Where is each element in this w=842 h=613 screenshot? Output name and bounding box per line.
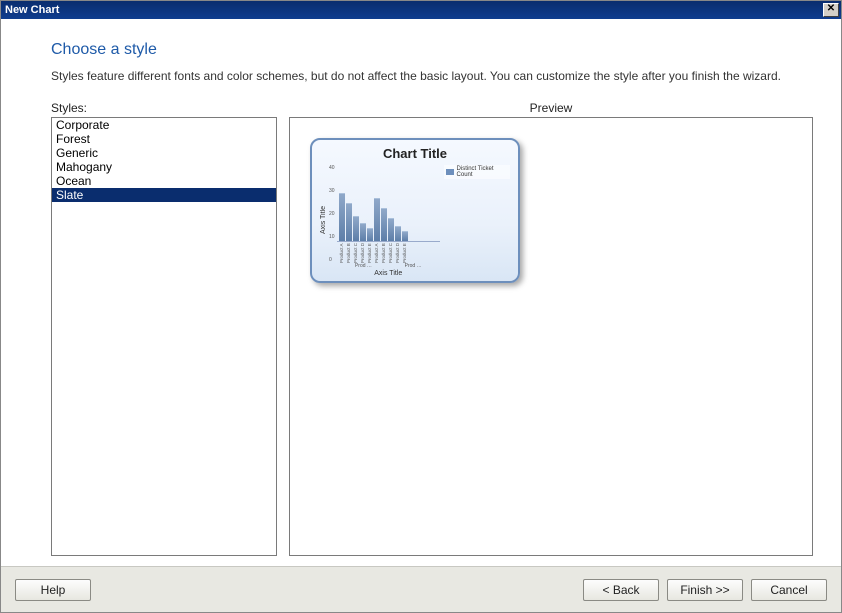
group-label: Prod … [405, 263, 422, 269]
preview-label: Preview [289, 101, 813, 115]
group-label: Prod … [355, 263, 372, 269]
x-axis-ticks: Product AProduct BProduct CProduct DProd… [337, 242, 440, 263]
style-option-mahogany[interactable]: Mahogany [52, 160, 276, 174]
bar [374, 198, 380, 241]
styles-listbox[interactable]: CorporateForestGenericMahoganyOceanSlate [51, 117, 277, 556]
preview-box: Chart Title Axis Title 40 30 20 10 0 Product… [289, 117, 813, 556]
titlebar: New Chart ✕ [1, 1, 841, 19]
close-icon[interactable]: ✕ [823, 3, 839, 17]
legend-swatch-icon [446, 169, 454, 175]
bar [367, 228, 373, 241]
panels: Styles: CorporateForestGenericMahoganyOc… [51, 101, 813, 556]
legend: Distinct Ticket Count [440, 163, 510, 277]
styles-column: Styles: CorporateForestGenericMahoganyOc… [51, 101, 277, 556]
finish-button[interactable]: Finish >> [667, 579, 743, 601]
legend-text: Distinct Ticket Count [457, 166, 508, 178]
x-tick: Product B [381, 243, 387, 263]
preview-column: Preview Chart Title Axis Title 40 30 20 10 0… [289, 101, 813, 556]
y-tick: 20 [329, 211, 335, 217]
style-option-forest[interactable]: Forest [52, 132, 276, 146]
y-axis-ticks: 40 30 20 10 0 [327, 163, 337, 277]
style-option-generic[interactable]: Generic [52, 146, 276, 160]
bar [353, 216, 359, 241]
bar [388, 218, 394, 241]
button-bar: Help < Back Finish >> Cancel [1, 566, 841, 612]
bar [402, 231, 408, 241]
legend-item: Distinct Ticket Count [444, 165, 510, 179]
plot-area: Product AProduct BProduct CProduct DProd… [337, 163, 440, 277]
style-option-slate[interactable]: Slate [52, 188, 276, 202]
bar [395, 226, 401, 241]
chart-preview: Chart Title Axis Title 40 30 20 10 0 Product… [310, 138, 520, 283]
page-description: Styles feature different fonts and color… [51, 69, 813, 83]
styles-label: Styles: [51, 101, 277, 115]
chart-body: Axis Title 403020100 Product AProduct BP… [320, 163, 510, 277]
window-title: New Chart [5, 4, 59, 16]
new-chart-dialog: New Chart ✕ Choose a style Styles featur… [0, 0, 842, 613]
x-tick: Product A [339, 243, 345, 263]
x-tick: Product E [402, 243, 408, 263]
x-tick: Product D [395, 243, 401, 263]
x-tick: Product B [346, 243, 352, 263]
y-tick: 0 [329, 257, 335, 263]
help-button[interactable]: Help [15, 579, 91, 601]
content-area: Choose a style Styles feature different … [1, 19, 841, 566]
back-button[interactable]: < Back [583, 579, 659, 601]
y-tick: 30 [329, 188, 335, 194]
group-labels: Prod … Prod … [337, 263, 440, 269]
x-tick: Product D [360, 243, 366, 263]
style-option-corporate[interactable]: Corporate [52, 118, 276, 132]
x-tick: Product C [353, 243, 359, 263]
x-tick: Product A [374, 243, 380, 263]
cancel-button[interactable]: Cancel [751, 579, 827, 601]
page-heading: Choose a style [51, 41, 813, 59]
x-tick: Product C [388, 243, 394, 263]
chart-title: Chart Title [383, 146, 447, 161]
bar [381, 208, 387, 241]
bars [337, 163, 440, 242]
y-axis-title: Axis Title [320, 163, 327, 277]
bar [360, 223, 366, 241]
bar [346, 203, 352, 241]
y-tick: 40 [329, 165, 335, 171]
bar [339, 193, 345, 241]
x-axis-title: Axis Title [337, 270, 440, 277]
y-tick: 10 [329, 234, 335, 240]
x-tick: Product E [367, 243, 373, 263]
style-option-ocean[interactable]: Ocean [52, 174, 276, 188]
